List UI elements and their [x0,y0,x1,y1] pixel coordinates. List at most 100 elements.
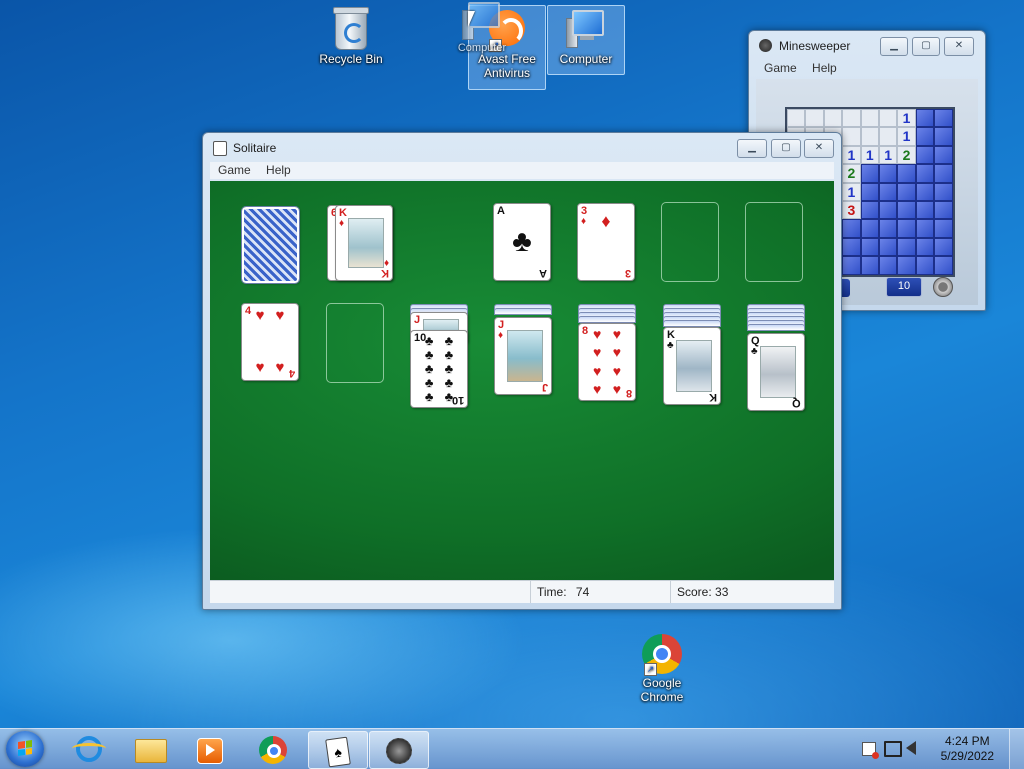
tableau-6-picture [676,340,712,392]
covered-cell[interactable] [915,127,935,146]
covered-cell[interactable] [897,256,916,275]
covered-cell[interactable] [842,219,861,238]
open-cell[interactable] [805,109,824,128]
tableau-6-card[interactable]: K ♣ K [663,327,721,405]
network-icon[interactable] [884,741,902,757]
covered-cell[interactable] [915,256,935,275]
number-cell[interactable]: 1 [842,182,861,201]
clock-time: 4:24 PM [944,734,990,748]
open-cell[interactable] [823,109,843,128]
tableau-2-empty[interactable] [326,303,384,383]
covered-cell[interactable] [897,219,916,238]
covered-cell[interactable] [878,182,898,201]
volume-icon[interactable] [906,741,916,755]
number-cell[interactable]: 1 [897,109,916,128]
solitaire-menu-help[interactable]: Help [266,162,291,179]
covered-cell[interactable] [915,219,935,238]
covered-cell[interactable] [934,219,953,238]
computer-shortcut[interactable]: Computer [547,5,625,75]
number-cell[interactable]: 1 [878,145,898,165]
covered-cell[interactable] [860,182,879,201]
tableau-7-card[interactable]: Q ♣ Q [747,333,805,411]
minesweeper-menu-game[interactable]: Game [764,60,797,77]
show-desktop-button[interactable] [1009,729,1024,769]
taskbar-google-chrome[interactable] [245,731,303,767]
number-cell[interactable]: 2 [842,164,861,183]
covered-cell[interactable] [897,164,916,183]
covered-cell[interactable] [915,237,935,257]
covered-cell[interactable] [860,219,879,238]
foundation-3-empty[interactable] [661,202,719,282]
minesweeper-titlebar[interactable]: Minesweeper ▁ ▢ ✕ [749,31,985,59]
covered-cell[interactable] [860,256,879,275]
open-cell[interactable] [860,127,879,146]
tableau-5-card[interactable]: 8 ♥ ♥ ♥ ♥ ♥ ♥ ♥ ♥ 8 [578,323,636,401]
number-cell[interactable]: 3 [842,200,861,220]
chrome-shortcut[interactable]: ↗ Google Chrome [624,630,700,704]
open-cell[interactable] [842,109,861,128]
open-cell[interactable] [860,109,879,128]
open-cell[interactable] [878,109,898,128]
stock-pile[interactable] [241,206,300,284]
covered-cell[interactable] [934,164,953,183]
number-cell[interactable]: 1 [860,145,879,165]
covered-cell[interactable] [897,182,916,201]
covered-cell[interactable] [934,256,953,275]
solitaire-titlebar[interactable]: Solitaire ▁ ▢ ✕ [203,133,841,161]
covered-cell[interactable] [934,145,953,165]
solitaire-menu-game[interactable]: Game [218,162,251,179]
covered-cell[interactable] [842,256,861,275]
covered-cell[interactable] [860,237,879,257]
number-cell[interactable]: 1 [842,145,861,165]
clock[interactable]: 4:24 PM 5/29/2022 [941,734,994,764]
covered-cell[interactable] [915,200,935,220]
solitaire-minimize-button[interactable]: ▁ [737,139,767,158]
covered-cell[interactable] [934,109,953,128]
minesweeper-close-button[interactable]: ✕ [944,37,974,56]
minesweeper-menu-help[interactable]: Help [812,60,837,77]
taskbar-windows-explorer[interactable] [121,731,179,767]
waste-card[interactable]: K ♦ K ♦ [335,205,393,281]
tableau-1-card[interactable]: 4 ♥ ♥ ♥ ♥ 4 [241,303,299,381]
foundation-2[interactable]: 3 ♦ ♦ 3 [577,203,635,281]
covered-cell[interactable] [860,164,879,183]
action-center-flag-icon[interactable] [862,742,879,759]
covered-cell[interactable] [934,127,953,146]
foundation-1[interactable]: A ♣ A [493,203,551,281]
taskbar-minesweeper[interactable] [369,731,429,769]
open-cell[interactable] [878,127,898,146]
covered-cell[interactable] [934,200,953,220]
covered-cell[interactable] [842,237,861,257]
foundation-4-empty[interactable] [745,202,803,282]
open-cell[interactable] [842,127,861,146]
covered-cell[interactable] [934,237,953,257]
covered-cell[interactable] [878,237,898,257]
number-cell[interactable]: 1 [897,127,916,146]
minesweeper-maximize-button[interactable]: ▢ [912,37,940,56]
solitaire-maximize-button[interactable]: ▢ [771,139,801,158]
covered-cell[interactable] [878,200,898,220]
covered-cell[interactable] [878,164,898,183]
solitaire-play-area[interactable]: 6 K ♦ K ♦ A ♣ A 3 ♦ ♦ 3 4 ♥♥♥♥ [210,181,834,580]
covered-cell[interactable] [915,145,935,165]
recycle-bin-shortcut[interactable]: Recycle Bin [313,6,389,66]
tableau-4-card[interactable]: J ♦ J [494,317,552,395]
open-cell[interactable] [787,109,806,128]
covered-cell[interactable] [915,109,935,128]
covered-cell[interactable] [860,200,879,220]
covered-cell[interactable] [897,200,916,220]
covered-cell[interactable] [915,164,935,183]
covered-cell[interactable] [934,182,953,201]
minesweeper-minimize-button[interactable]: ▁ [880,37,908,56]
taskbar-media-player[interactable] [181,731,239,767]
covered-cell[interactable] [878,256,898,275]
tableau-3-card[interactable]: 10 ♣ ♣ ♣ ♣ ♣ ♣ ♣ ♣ ♣ ♣ 10 [410,330,468,408]
taskbar-internet-explorer[interactable] [61,731,119,767]
taskbar-solitaire[interactable]: ♠ [308,731,368,769]
covered-cell[interactable] [915,182,935,201]
solitaire-close-button[interactable]: ✕ [804,139,834,158]
covered-cell[interactable] [878,219,898,238]
start-button[interactable] [6,731,44,767]
number-cell[interactable]: 2 [897,145,916,165]
covered-cell[interactable] [897,237,916,257]
